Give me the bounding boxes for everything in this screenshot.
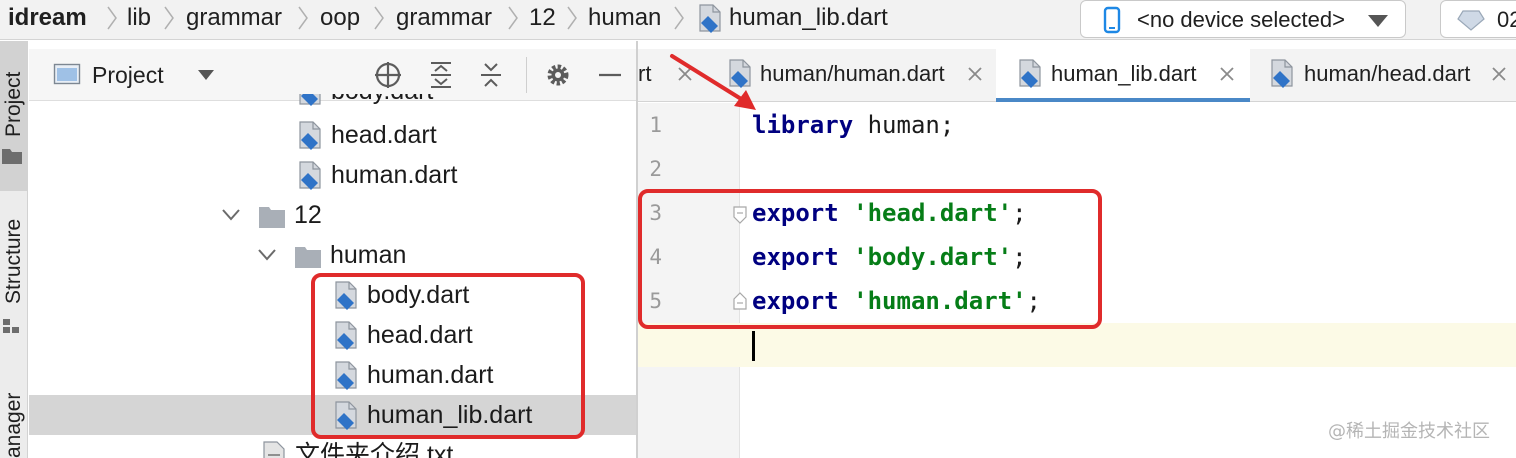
editor-tab-active[interactable]: human_lib.dart <box>996 49 1250 102</box>
close-icon[interactable] <box>1490 65 1508 83</box>
device-selector[interactable]: <no device selected> <box>1080 0 1406 38</box>
editor-tab-bar: rt human/human.dart human_lib.dart human… <box>638 49 1516 102</box>
chevron-down-icon[interactable] <box>221 208 241 222</box>
folder-icon <box>258 201 286 231</box>
structure-icon <box>1 316 23 336</box>
stripe-tab-structure-label: Structure <box>2 218 25 304</box>
navigation-bar: idream lib grammar oop grammar 12 human … <box>0 0 1516 40</box>
tree-row-file[interactable]: head.dart <box>29 115 636 155</box>
editor-tab[interactable]: human/head.dart <box>1252 49 1516 101</box>
breadcrumb-separator-icon <box>163 4 175 32</box>
breadcrumb-grammar[interactable]: grammar <box>186 4 282 32</box>
chevron-down-icon[interactable] <box>197 68 215 80</box>
text-cursor <box>752 331 755 361</box>
minimize-icon[interactable] <box>595 60 625 90</box>
annotation-box-code <box>638 189 1102 329</box>
dart-file-icon <box>1268 59 1296 89</box>
config-selector[interactable]: 02 <box>1440 0 1516 38</box>
breadcrumb-current-file[interactable]: human_lib.dart <box>729 4 888 32</box>
line-number: 1 <box>649 113 662 137</box>
chevron-down-icon <box>1367 14 1389 28</box>
breadcrumb-separator-icon <box>106 4 118 32</box>
editor-tab-label: rt <box>638 61 652 86</box>
gear-icon[interactable] <box>543 60 573 90</box>
text-file-icon <box>260 441 288 458</box>
tree-label: human <box>330 241 407 269</box>
tree-label: head.dart <box>331 121 437 149</box>
tree-row-folder[interactable]: human <box>29 235 636 275</box>
breadcrumb-oop[interactable]: oop <box>320 4 360 32</box>
editor-tab-label: human/head.dart <box>1304 61 1471 86</box>
stripe-tab-project[interactable]: Project <box>0 41 28 191</box>
code-text: human; <box>853 111 955 139</box>
tree-label: 12 <box>294 201 322 229</box>
close-icon[interactable] <box>966 65 984 83</box>
phone-icon <box>1103 6 1121 34</box>
project-view-icon <box>53 62 81 86</box>
emulator-icon <box>1457 9 1485 31</box>
dart-file-icon <box>1016 59 1044 89</box>
watermark: @稀土掘金技术社区 <box>1328 421 1490 442</box>
collapse-all-icon[interactable] <box>476 60 506 90</box>
stripe-tab-manager-label: anager <box>2 392 25 458</box>
tree-label: human.dart <box>331 161 458 189</box>
header-divider <box>526 57 527 93</box>
editor-tab-label: human_lib.dart <box>1051 61 1197 86</box>
chevron-down-icon[interactable] <box>257 248 277 262</box>
close-icon[interactable] <box>1218 65 1236 83</box>
stripe-tab-manager[interactable]: anager <box>0 371 28 458</box>
device-selector-label: <no device selected> <box>1137 7 1345 32</box>
stripe-tab-structure[interactable]: Structure <box>0 201 28 341</box>
folder-icon <box>294 241 322 271</box>
breadcrumb-separator-icon <box>673 4 685 32</box>
locate-icon[interactable] <box>373 60 403 90</box>
breadcrumb-grammar-2[interactable]: grammar <box>396 4 492 32</box>
annotation-box-tree <box>311 273 585 439</box>
tree-row-file[interactable]: human.dart <box>29 155 636 195</box>
dart-file-icon <box>296 121 324 151</box>
breadcrumb-separator-icon <box>566 4 578 32</box>
breadcrumb-separator-icon <box>297 4 309 32</box>
breadcrumb-12[interactable]: 12 <box>529 4 556 32</box>
tree-label: 文件夹介绍.txt <box>295 441 454 458</box>
tree-label: body.dart <box>331 94 433 106</box>
tree-row-folder[interactable]: 12 <box>29 195 636 235</box>
breadcrumb-project[interactable]: idream <box>8 4 87 32</box>
tree-row-file[interactable]: body.dart <box>29 94 636 111</box>
editor-tab-label: human/human.dart <box>760 61 945 86</box>
dart-file-icon <box>296 161 324 191</box>
folder-icon <box>1 145 23 165</box>
line-number: 2 <box>649 157 662 181</box>
breadcrumb-separator-icon <box>507 4 519 32</box>
stripe-tab-project-label: Project <box>2 71 25 137</box>
current-line-highlight <box>638 323 1516 367</box>
dart-file-icon <box>296 94 324 107</box>
annotation-arrow-icon <box>670 54 756 110</box>
code-line[interactable]: library human; <box>752 110 954 140</box>
breadcrumb-human[interactable]: human <box>588 4 661 32</box>
expand-all-icon[interactable] <box>426 60 456 90</box>
breadcrumb-separator-icon <box>373 4 385 32</box>
config-selector-label: 02 <box>1497 7 1516 32</box>
breadcrumb-lib[interactable]: lib <box>127 4 151 32</box>
project-view-title[interactable]: Project <box>92 61 164 89</box>
tool-window-stripe: Project Structure anager <box>0 41 28 458</box>
dart-file-icon <box>696 4 724 34</box>
